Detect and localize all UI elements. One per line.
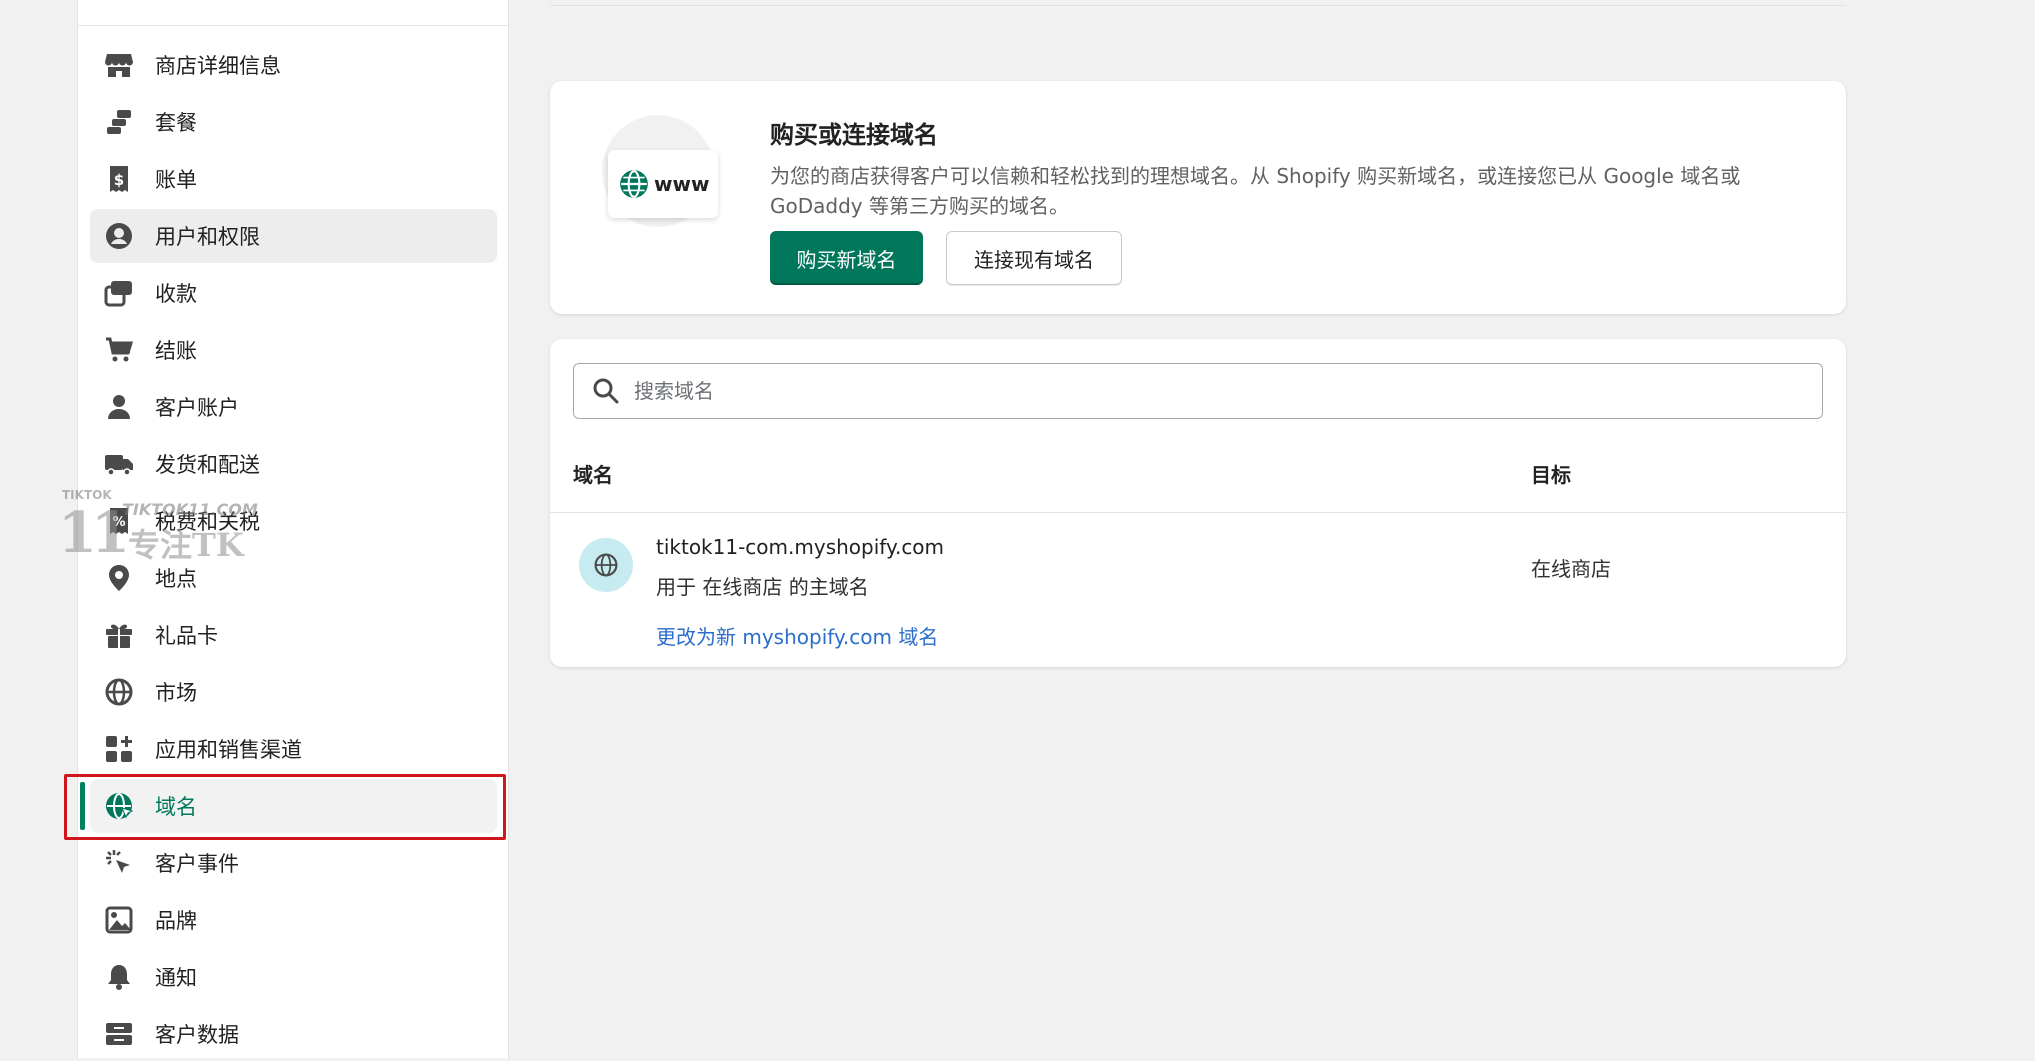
- apps-icon: [102, 732, 136, 766]
- connect-domain-card: www 购买或连接域名 为您的商店获得客户可以信赖和轻松找到的理想域名。从 Sh…: [550, 81, 1846, 314]
- globe-icon: [620, 170, 648, 198]
- www-label: www: [654, 172, 710, 196]
- column-header-target[interactable]: 目标: [1531, 459, 1571, 488]
- sidebar-item-label: 应用和销售渠道: [155, 738, 302, 762]
- sidebar-item-label: 账单: [155, 168, 197, 192]
- card-description: 为您的商店获得客户可以信赖和轻松找到的理想域名。从 Shopify 购买新域名，…: [770, 164, 1741, 218]
- sidebar-item-markets[interactable]: 市场: [90, 665, 497, 719]
- sidebar-item-notifications[interactable]: 通知: [90, 950, 497, 1004]
- tax-receipt-icon: %: [102, 504, 136, 538]
- sidebar-item-billing[interactable]: $ 账单: [90, 152, 497, 206]
- gift-icon: [102, 618, 136, 652]
- card-title: 购买或连接域名: [770, 121, 938, 149]
- search-field[interactable]: [573, 363, 1823, 419]
- plan-icon: [102, 105, 136, 139]
- globe-cursor-icon: [102, 789, 136, 823]
- svg-text:%: %: [112, 515, 125, 530]
- domain-name[interactable]: tiktok11-com.myshopify.com: [656, 535, 944, 559]
- sidebar-item-customer-accounts[interactable]: 客户账户: [90, 380, 497, 434]
- sidebar-item-apps-channels[interactable]: 应用和销售渠道: [90, 722, 497, 776]
- domain-target: 在线商店: [1531, 557, 1611, 581]
- table-divider: [550, 512, 1846, 513]
- sidebar-item-label: 地点: [155, 567, 197, 591]
- sidebar-item-label: 通知: [155, 966, 197, 990]
- sidebar-item-label: 结账: [155, 339, 197, 363]
- sidebar-item-label: 市场: [155, 681, 197, 705]
- buy-new-domain-button[interactable]: 购买新域名: [770, 231, 923, 285]
- change-myshopify-domain-link[interactable]: 更改为新 myshopify.com 域名: [656, 621, 938, 650]
- sidebar-item-gift-cards[interactable]: 礼品卡: [90, 608, 497, 662]
- header-divider: [550, 5, 1846, 6]
- image-icon: [102, 903, 136, 937]
- person-icon: [102, 390, 136, 424]
- sidebar-item-locations[interactable]: 地点: [90, 551, 497, 605]
- domain-illustration: www: [608, 150, 718, 218]
- search-icon: [593, 378, 619, 404]
- location-pin-icon: [102, 561, 136, 595]
- sidebar-item-customer-data[interactable]: 客户数据: [90, 1007, 497, 1061]
- sidebar-item-label: 客户账户: [155, 396, 239, 420]
- connect-existing-domain-button[interactable]: 连接现有域名: [946, 231, 1122, 285]
- truck-icon: [102, 447, 136, 481]
- column-header-domain[interactable]: 域名: [573, 459, 613, 488]
- sidebar-item-label: 域名: [155, 795, 197, 819]
- sidebar-item-label: 品牌: [155, 909, 197, 933]
- svg-text:$: $: [114, 171, 124, 189]
- payments-icon: [102, 276, 136, 310]
- sidebar-item-payments[interactable]: 收款: [90, 266, 497, 320]
- domain-subtitle: 用于 在线商店 的主域名: [656, 575, 869, 599]
- sidebar-item-label: 商店详细信息: [155, 54, 281, 78]
- user-circle-icon: [102, 219, 136, 253]
- data-box-icon: [102, 1017, 136, 1051]
- sidebar-item-label: 套餐: [155, 111, 197, 135]
- sidebar-divider: [78, 25, 508, 26]
- sidebar-item-shipping[interactable]: 发货和配送: [90, 437, 497, 491]
- domain-globe-icon: [579, 538, 633, 592]
- sidebar-item-label: 客户事件: [155, 852, 239, 876]
- globe-outline-icon: [102, 675, 136, 709]
- sidebar-item-label: 礼品卡: [155, 624, 218, 648]
- billing-icon: $: [102, 162, 136, 196]
- sidebar-item-customer-events[interactable]: 客户事件: [90, 836, 497, 890]
- sidebar-item-plan[interactable]: 套餐: [90, 95, 497, 149]
- sidebar-item-label: 税费和关税: [155, 510, 260, 534]
- sidebar-item-store-details[interactable]: 商店详细信息: [90, 38, 497, 92]
- click-sparkle-icon: [102, 846, 136, 880]
- sidebar-item-brand[interactable]: 品牌: [90, 893, 497, 947]
- search-input[interactable]: [632, 378, 1786, 404]
- sidebar-item-users-permissions[interactable]: 用户和权限: [90, 209, 497, 263]
- sidebar-item-checkout[interactable]: 结账: [90, 323, 497, 377]
- settings-sidebar: 商店详细信息 套餐 $ 账单 用户和权限 收款 结账 客户账户 发货和配送 % …: [77, 0, 509, 1058]
- sidebar-item-domains[interactable]: 域名: [80, 779, 497, 833]
- sidebar-item-label: 用户和权限: [155, 225, 260, 249]
- sidebar-item-label: 发货和配送: [155, 453, 260, 477]
- sidebar-item-label: 收款: [155, 282, 197, 306]
- sidebar-item-label: 客户数据: [155, 1023, 239, 1047]
- cart-icon: [102, 333, 136, 367]
- sidebar-item-taxes[interactable]: % 税费和关税: [90, 494, 497, 548]
- domains-list-card: 域名 目标 tiktok11-com.myshopify.com 用于 在线商店…: [550, 339, 1846, 667]
- store-icon: [102, 48, 136, 82]
- bell-icon: [102, 960, 136, 994]
